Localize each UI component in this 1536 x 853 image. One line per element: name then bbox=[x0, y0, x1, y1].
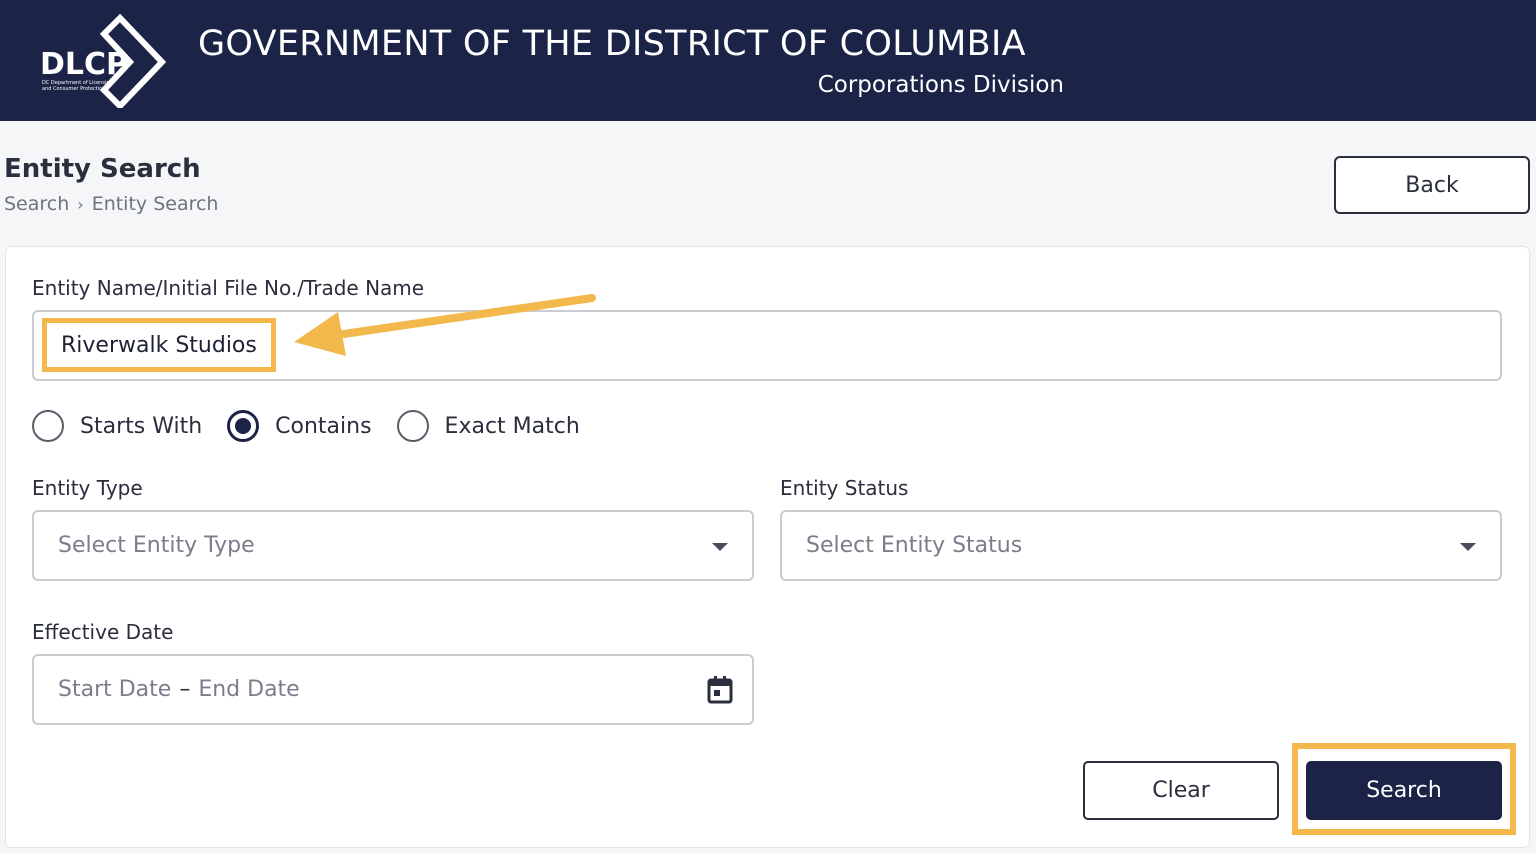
match-type-radio-group: Starts With Contains Exact Match bbox=[32, 410, 605, 442]
clear-button[interactable]: Clear bbox=[1083, 761, 1279, 820]
entity-type-label: Entity Type bbox=[32, 476, 143, 500]
start-date-placeholder: Start Date bbox=[58, 677, 172, 702]
entity-status-label: Entity Status bbox=[780, 476, 909, 500]
radio-exact-match[interactable]: Exact Match bbox=[396, 410, 580, 442]
site-header: DLCP DC Department of Licensing and Cons… bbox=[0, 0, 1536, 121]
entity-status-select[interactable]: Select Entity Status bbox=[780, 510, 1502, 581]
dropdown-caret-icon bbox=[712, 543, 728, 551]
logo-subtext: DC Department of Licensing and Consumer … bbox=[42, 80, 113, 92]
entity-name-value-highlight[interactable]: Riverwalk Studios bbox=[42, 318, 276, 372]
breadcrumb-current: Entity Search bbox=[91, 193, 219, 215]
effective-date-label: Effective Date bbox=[32, 620, 174, 644]
entity-status-placeholder: Select Entity Status bbox=[806, 533, 1023, 558]
svg-text:DLCP: DLCP bbox=[40, 47, 128, 82]
radio-label: Starts With bbox=[80, 413, 203, 439]
division-subtitle: Corporations Division bbox=[817, 72, 1064, 98]
end-date-placeholder: End Date bbox=[198, 677, 300, 702]
radio-contains[interactable]: Contains bbox=[227, 410, 372, 442]
radio-label: Exact Match bbox=[444, 413, 580, 439]
page-title: Entity Search bbox=[4, 154, 201, 184]
calendar-icon[interactable] bbox=[706, 675, 734, 705]
chevron-right-icon: › bbox=[77, 194, 84, 214]
radio-label: Contains bbox=[275, 413, 372, 439]
back-button[interactable]: Back bbox=[1334, 156, 1530, 214]
government-title: GOVERNMENT OF THE DISTRICT OF COLUMBIA bbox=[198, 24, 1026, 64]
dropdown-caret-icon bbox=[1460, 543, 1476, 551]
date-separator: – bbox=[179, 677, 191, 702]
entity-type-select[interactable]: Select Entity Type bbox=[32, 510, 754, 581]
dlcp-logo[interactable]: DLCP DC Department of Licensing and Cons… bbox=[32, 12, 172, 108]
search-button[interactable]: Search bbox=[1306, 761, 1502, 820]
breadcrumb: Search › Entity Search bbox=[4, 193, 218, 215]
radio-circle-checked[interactable] bbox=[227, 410, 260, 442]
radio-circle-unchecked[interactable] bbox=[32, 410, 64, 442]
effective-date-range-input[interactable]: Start Date – End Date bbox=[32, 654, 754, 725]
entity-type-placeholder: Select Entity Type bbox=[58, 533, 255, 558]
radio-dot bbox=[235, 418, 252, 434]
radio-starts-with[interactable]: Starts With bbox=[32, 410, 202, 442]
radio-circle-unchecked[interactable] bbox=[396, 410, 429, 442]
annotation-arrow bbox=[294, 294, 596, 356]
breadcrumb-search-link[interactable]: Search bbox=[4, 193, 69, 215]
